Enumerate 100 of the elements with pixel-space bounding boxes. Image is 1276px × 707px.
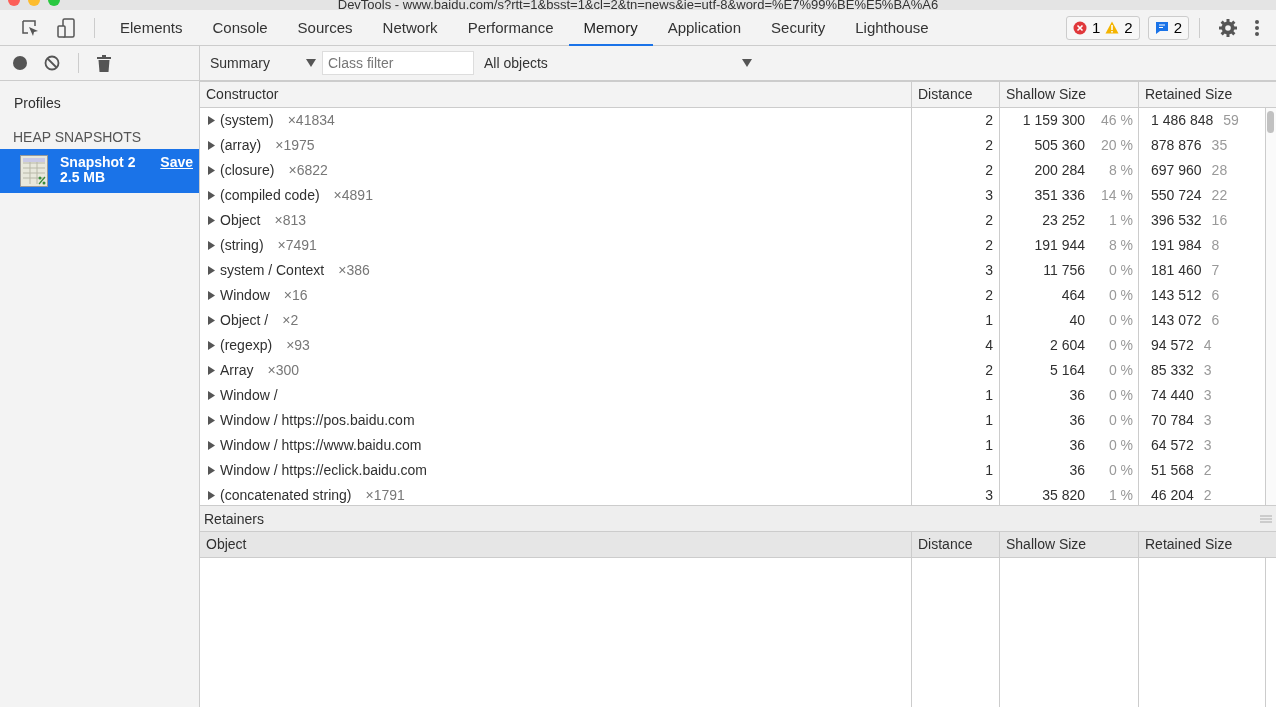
panel-tab[interactable]: Console bbox=[197, 11, 283, 46]
more-options-icon[interactable] bbox=[1254, 18, 1260, 37]
record-icon[interactable] bbox=[12, 55, 28, 71]
drag-handle-icon[interactable] bbox=[1260, 514, 1272, 523]
retained-size-value: 51 568 bbox=[1151, 461, 1194, 480]
retained-size-value: 143 072 bbox=[1151, 311, 1202, 330]
save-link[interactable]: Save bbox=[160, 155, 193, 170]
instance-count: ×41834 bbox=[287, 111, 335, 130]
clear-icon[interactable] bbox=[44, 55, 60, 71]
instance-count: ×2 bbox=[282, 311, 299, 330]
retained-size-value: 191 984 bbox=[1151, 236, 1202, 255]
retained-percent: 4 bbox=[1203, 336, 1213, 355]
distance-value: 1 bbox=[985, 436, 993, 455]
expand-triangle-icon[interactable] bbox=[208, 216, 215, 225]
messages-counter[interactable]: 2 bbox=[1147, 15, 1189, 40]
instance-count: ×386 bbox=[338, 261, 370, 280]
shallow-percent: 0 % bbox=[1107, 311, 1133, 330]
retained-percent: 35 bbox=[1211, 136, 1229, 155]
panel-tab[interactable]: Lighthouse bbox=[840, 11, 944, 46]
instance-count: ×1975 bbox=[275, 136, 315, 155]
expand-triangle-icon[interactable] bbox=[208, 116, 215, 125]
column-header[interactable]: Retained Size bbox=[1139, 82, 1275, 107]
constructor-name: (closure) bbox=[220, 161, 275, 180]
shallow-percent: 0 % bbox=[1107, 461, 1133, 480]
panel-tab[interactable]: Sources bbox=[282, 11, 368, 46]
constructor-name: Array bbox=[220, 361, 254, 380]
shallow-percent: 8 % bbox=[1107, 236, 1133, 255]
distance-value: 4 bbox=[985, 336, 993, 355]
constructor-name: Window / https://pos.baidu.com bbox=[220, 411, 415, 430]
spreadsheet-icon bbox=[20, 155, 48, 187]
scope-dropdown[interactable]: All objects bbox=[478, 55, 758, 71]
expand-triangle-icon[interactable] bbox=[208, 291, 215, 300]
expand-triangle-icon[interactable] bbox=[208, 416, 215, 425]
panel-tab[interactable]: Security bbox=[756, 11, 841, 46]
expand-triangle-icon[interactable] bbox=[208, 316, 215, 325]
expand-triangle-icon[interactable] bbox=[208, 191, 215, 200]
retained-percent: 3 bbox=[1203, 361, 1213, 380]
view-dropdown[interactable]: Summary bbox=[204, 55, 322, 71]
expand-triangle-icon[interactable] bbox=[208, 141, 215, 150]
distance-value: 2 bbox=[985, 236, 993, 255]
error-icon bbox=[1072, 20, 1087, 35]
shallow-size-value: 36 bbox=[1069, 436, 1085, 455]
retained-size-value: 85 332 bbox=[1151, 361, 1194, 380]
warning-icon bbox=[1105, 21, 1120, 34]
retained-size-value: 181 460 bbox=[1151, 261, 1202, 280]
retained-size-value: 143 512 bbox=[1151, 286, 1202, 305]
retained-size-value: 64 572 bbox=[1151, 436, 1194, 455]
column-header[interactable]: Distance bbox=[912, 532, 1000, 557]
column-header[interactable]: Distance bbox=[912, 82, 1000, 107]
settings-icon[interactable] bbox=[1218, 17, 1238, 38]
retained-percent: 22 bbox=[1211, 186, 1229, 205]
scrollbar-thumb[interactable] bbox=[1267, 111, 1274, 133]
panel-tab[interactable]: Performance bbox=[452, 11, 569, 46]
shallow-size-value: 36 bbox=[1069, 386, 1085, 405]
shallow-percent: 20 % bbox=[1100, 136, 1133, 155]
shallow-percent: 1 % bbox=[1107, 486, 1133, 505]
retained-percent: 16 bbox=[1211, 211, 1229, 230]
error-count: 1 bbox=[1091, 19, 1101, 36]
shallow-size-value: 191 944 bbox=[1034, 236, 1085, 255]
retained-percent: 3 bbox=[1203, 436, 1213, 455]
constructor-name: (regexp) bbox=[220, 336, 273, 355]
expand-triangle-icon[interactable] bbox=[208, 341, 215, 350]
class-filter-field[interactable]: Class filter bbox=[322, 51, 474, 75]
snapshot-item[interactable]: Snapshot 2 2.5 MB Save bbox=[0, 149, 199, 193]
issues-counter[interactable]: 1 2 bbox=[1065, 15, 1140, 40]
constructor-name: Window / https://www.baidu.com bbox=[220, 436, 422, 455]
column-header[interactable]: Retained Size bbox=[1139, 532, 1275, 557]
expand-triangle-icon[interactable] bbox=[208, 466, 215, 475]
instance-count: ×1791 bbox=[365, 486, 405, 505]
panel-tab[interactable]: Memory bbox=[568, 11, 653, 46]
expand-triangle-icon[interactable] bbox=[208, 491, 215, 500]
column-header[interactable]: Shallow Size bbox=[1000, 82, 1139, 107]
trash-icon[interactable] bbox=[97, 54, 111, 72]
panel-tab[interactable]: Application bbox=[652, 11, 757, 46]
column-header[interactable]: Shallow Size bbox=[1000, 532, 1139, 557]
expand-triangle-icon[interactable] bbox=[208, 266, 215, 275]
message-icon bbox=[1154, 20, 1169, 35]
retained-size-value: 74 440 bbox=[1151, 386, 1194, 405]
expand-triangle-icon[interactable] bbox=[208, 391, 215, 400]
distance-value: 2 bbox=[985, 111, 993, 130]
device-icon[interactable] bbox=[56, 16, 76, 39]
panel-tab[interactable]: Network bbox=[367, 11, 453, 46]
inspect-icon[interactable] bbox=[20, 17, 40, 38]
panel-tab[interactable]: Elements bbox=[105, 11, 198, 46]
constructor-name: Object / bbox=[220, 311, 269, 330]
retained-percent: 59 bbox=[1223, 111, 1240, 130]
expand-triangle-icon[interactable] bbox=[208, 166, 215, 175]
column-header[interactable]: Constructor bbox=[200, 82, 912, 107]
shallow-percent: 0 % bbox=[1107, 361, 1133, 380]
shallow-size-value: 36 bbox=[1069, 461, 1085, 480]
retainers-title: Retainers bbox=[204, 510, 264, 527]
expand-triangle-icon[interactable] bbox=[208, 241, 215, 250]
column-header[interactable]: Object bbox=[200, 532, 912, 557]
retained-size-value: 396 532 bbox=[1151, 211, 1202, 230]
expand-triangle-icon[interactable] bbox=[208, 441, 215, 450]
distance-value: 1 bbox=[985, 411, 993, 430]
shallow-percent: 0 % bbox=[1107, 386, 1133, 405]
retained-size-value: 46 204 bbox=[1151, 486, 1194, 505]
expand-triangle-icon[interactable] bbox=[208, 366, 215, 375]
instance-count: ×813 bbox=[274, 211, 306, 230]
